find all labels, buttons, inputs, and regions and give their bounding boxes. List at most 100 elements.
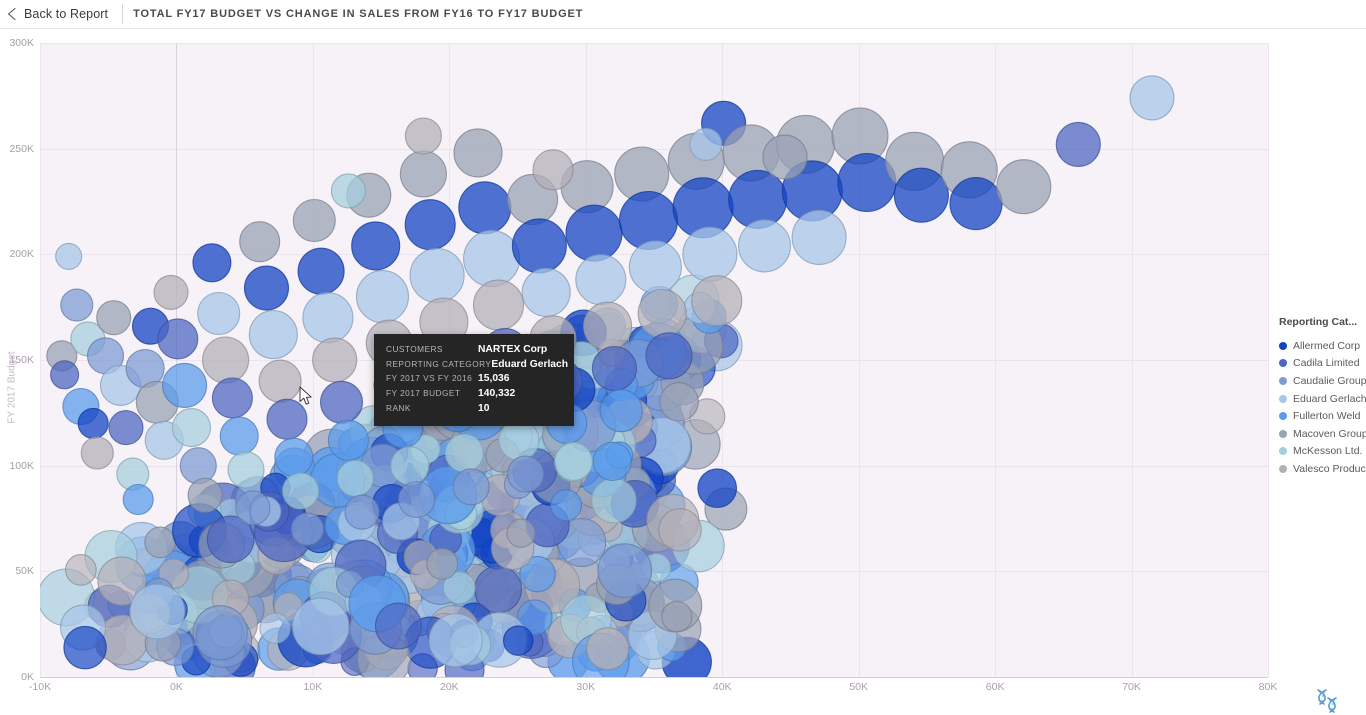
data-point-bubble[interactable] bbox=[197, 291, 241, 336]
data-point-bubble[interactable] bbox=[122, 483, 154, 516]
data-point-bubble[interactable] bbox=[179, 447, 217, 485]
data-point-bubble[interactable] bbox=[591, 477, 637, 524]
data-point-bubble[interactable] bbox=[202, 336, 250, 384]
data-point-bubble[interactable] bbox=[682, 226, 738, 282]
data-point-bubble[interactable] bbox=[65, 554, 97, 586]
data-point-bubble[interactable] bbox=[96, 300, 132, 336]
data-point-bubble[interactable] bbox=[444, 433, 484, 473]
legend-item[interactable]: Macoven Group bbox=[1279, 425, 1366, 443]
data-point-bubble[interactable] bbox=[1129, 75, 1175, 121]
data-point-bubble[interactable] bbox=[507, 455, 545, 493]
back-to-report-button[interactable]: Back to Report bbox=[0, 0, 120, 28]
data-point-bubble[interactable] bbox=[192, 243, 232, 283]
data-point-bubble[interactable] bbox=[618, 190, 679, 251]
data-point-bubble[interactable] bbox=[77, 407, 109, 439]
data-point-bubble[interactable] bbox=[374, 602, 422, 650]
data-point-bubble[interactable] bbox=[553, 441, 594, 481]
legend-item[interactable]: Valesco Products bbox=[1279, 460, 1366, 478]
data-point-bubble[interactable] bbox=[1055, 121, 1101, 167]
data-point-bubble[interactable] bbox=[511, 218, 567, 274]
data-point-bubble[interactable] bbox=[219, 416, 259, 456]
data-point-bubble[interactable] bbox=[661, 601, 693, 633]
data-point-bubble[interactable] bbox=[949, 177, 1003, 231]
data-point-bubble[interactable] bbox=[637, 288, 687, 339]
data-point-bubble[interactable] bbox=[404, 117, 442, 155]
legend-item[interactable]: Caudalie Group bbox=[1279, 372, 1366, 390]
data-point-bubble[interactable] bbox=[259, 612, 291, 644]
data-point-bubble[interactable] bbox=[248, 310, 298, 360]
data-point-bubble[interactable] bbox=[458, 181, 512, 235]
data-point-bubble[interactable] bbox=[575, 254, 627, 306]
data-point-bubble[interactable] bbox=[336, 459, 374, 497]
data-point-bubble[interactable] bbox=[297, 247, 345, 295]
data-point-bubble[interactable] bbox=[192, 605, 248, 661]
data-point-bubble[interactable] bbox=[398, 480, 436, 519]
legend-item[interactable]: Eduard Gerlach bbox=[1279, 390, 1366, 408]
bubble-layer[interactable] bbox=[40, 43, 1268, 677]
data-point-bubble[interactable] bbox=[404, 199, 456, 251]
data-point-bubble[interactable] bbox=[597, 543, 653, 598]
data-point-bubble[interactable] bbox=[474, 565, 523, 614]
data-point-bubble[interactable] bbox=[565, 204, 623, 262]
data-point-bubble[interactable] bbox=[144, 526, 176, 559]
data-point-bubble[interactable] bbox=[791, 209, 847, 265]
data-point-bubble[interactable] bbox=[302, 292, 354, 344]
data-point-bubble[interactable] bbox=[355, 270, 410, 324]
data-point-bubble[interactable] bbox=[330, 173, 366, 209]
data-point-bubble[interactable] bbox=[187, 477, 223, 513]
data-point-bubble[interactable] bbox=[762, 134, 808, 180]
data-point-bubble[interactable] bbox=[452, 468, 490, 506]
data-point-bubble[interactable] bbox=[327, 419, 369, 461]
data-point-bubble[interactable] bbox=[658, 508, 702, 552]
data-point-bubble[interactable] bbox=[292, 198, 336, 243]
legend-item[interactable]: Allermed Corp bbox=[1279, 337, 1366, 355]
data-point-bubble[interactable] bbox=[291, 597, 350, 656]
data-point-bubble[interactable] bbox=[426, 547, 459, 580]
data-point-bubble[interactable] bbox=[691, 275, 743, 327]
data-point-bubble[interactable] bbox=[893, 167, 949, 223]
data-point-bubble[interactable] bbox=[344, 494, 380, 530]
data-point-bubble[interactable] bbox=[428, 613, 483, 668]
data-point-bubble[interactable] bbox=[211, 377, 253, 419]
data-point-bubble[interactable] bbox=[258, 359, 302, 403]
data-point-bubble[interactable] bbox=[153, 274, 189, 310]
data-point-bubble[interactable] bbox=[728, 169, 788, 229]
data-point-bubble[interactable] bbox=[227, 451, 265, 489]
data-point-bubble[interactable] bbox=[996, 159, 1052, 215]
data-point-bubble[interactable] bbox=[399, 150, 447, 198]
data-point-bubble[interactable] bbox=[592, 441, 632, 482]
data-point-bubble[interactable] bbox=[290, 512, 324, 546]
data-point-bubble[interactable] bbox=[239, 221, 281, 263]
data-point-bubble[interactable] bbox=[282, 472, 320, 510]
data-point-bubble[interactable] bbox=[390, 446, 430, 486]
data-point-bubble[interactable] bbox=[55, 242, 83, 270]
data-point-bubble[interactable] bbox=[583, 301, 633, 351]
data-point-bubble[interactable] bbox=[162, 362, 208, 408]
data-point-bubble[interactable] bbox=[586, 627, 630, 671]
data-point-bubble[interactable] bbox=[319, 380, 364, 424]
data-point-bubble[interactable] bbox=[50, 360, 80, 390]
data-point-bubble[interactable] bbox=[689, 127, 723, 161]
data-point-bubble[interactable] bbox=[312, 337, 358, 383]
data-point-bubble[interactable] bbox=[453, 128, 503, 178]
data-point-bubble[interactable] bbox=[737, 219, 792, 273]
data-point-bubble[interactable] bbox=[243, 265, 290, 311]
data-point-bubble[interactable] bbox=[550, 489, 583, 522]
data-point-bubble[interactable] bbox=[591, 345, 637, 392]
data-point-bubble[interactable] bbox=[521, 267, 571, 317]
data-point-bubble[interactable] bbox=[502, 625, 534, 656]
data-point-bubble[interactable] bbox=[409, 247, 465, 304]
data-point-bubble[interactable] bbox=[506, 518, 536, 548]
legend-item[interactable]: McKesson Ltd. bbox=[1279, 443, 1366, 461]
data-point-bubble[interactable] bbox=[697, 468, 738, 509]
data-point-bubble[interactable] bbox=[472, 279, 525, 331]
data-point-bubble[interactable] bbox=[171, 408, 212, 448]
data-point-bubble[interactable] bbox=[157, 318, 199, 360]
data-point-bubble[interactable] bbox=[108, 410, 144, 446]
data-point-bubble[interactable] bbox=[274, 437, 314, 477]
data-point-bubble[interactable] bbox=[60, 288, 94, 322]
data-point-bubble[interactable] bbox=[235, 490, 271, 526]
data-point-bubble[interactable] bbox=[659, 382, 699, 422]
legend-item[interactable]: Fullerton Weld bbox=[1279, 407, 1366, 425]
data-point-bubble[interactable] bbox=[463, 230, 521, 288]
